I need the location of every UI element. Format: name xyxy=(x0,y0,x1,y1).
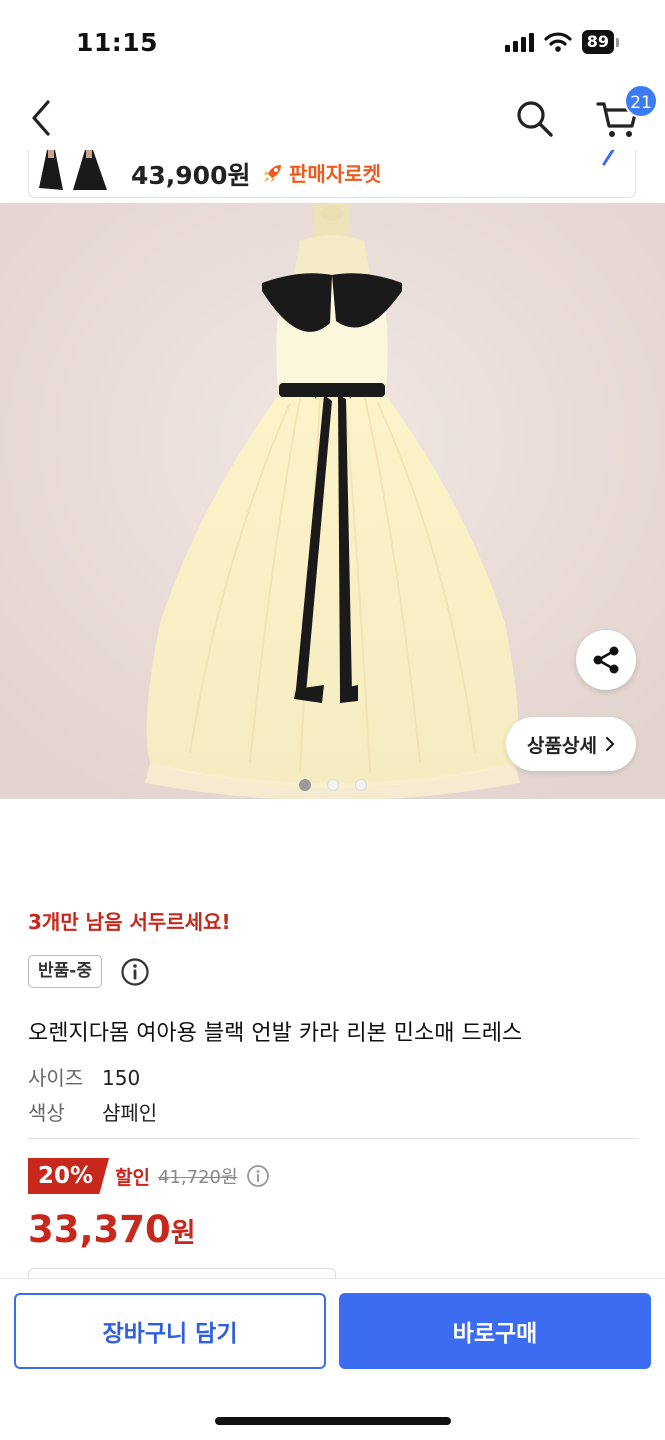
sale-price-amount: 33,370 xyxy=(28,1208,171,1251)
divider xyxy=(28,1138,638,1139)
top-nav xyxy=(0,90,665,150)
carousel-indicator xyxy=(299,779,367,791)
cellular-signal-icon xyxy=(504,32,534,52)
rocket-label: 판매자로켓 xyxy=(289,162,381,186)
home-indicator[interactable] xyxy=(215,1417,451,1425)
product-image xyxy=(0,203,665,799)
cart-count-badge[interactable]: 21 xyxy=(624,84,658,118)
carousel-dot[interactable] xyxy=(327,779,339,791)
discount-label: 할인 xyxy=(115,1166,151,1189)
buy-now-button[interactable]: 바로구매 xyxy=(339,1293,651,1369)
product-image-carousel[interactable] xyxy=(0,203,665,799)
status-time: 11:15 xyxy=(76,28,159,57)
rocket-icon xyxy=(264,164,281,182)
search-icon[interactable] xyxy=(514,98,556,140)
product-detail-button[interactable]: 상품상세 xyxy=(506,717,636,771)
option-value: 샴페인 xyxy=(102,1101,158,1125)
battery-icon: 89 xyxy=(581,30,619,54)
share-button[interactable] xyxy=(576,630,636,690)
option-value: 150 xyxy=(102,1066,141,1090)
sale-price-currency: 원 xyxy=(170,1218,196,1249)
mini-product-bar[interactable]: 43,900원 판매자로켓 xyxy=(28,150,636,198)
bottom-action-bar: 장바구니 담기 바로구매 xyxy=(0,1278,665,1440)
chevron-right-icon xyxy=(605,736,615,752)
edit-pencil-icon xyxy=(602,150,615,166)
option-key: 색상 xyxy=(28,1101,65,1125)
sale-price: 33,370원 xyxy=(28,1208,196,1251)
battery-level: 89 xyxy=(581,30,614,54)
back-arrow-icon[interactable] xyxy=(26,98,56,138)
share-icon xyxy=(593,646,619,674)
mini-price: 43,900원 xyxy=(131,161,251,190)
option-color: 색상 샴페인 xyxy=(28,1097,157,1126)
option-size: 사이즈 150 xyxy=(28,1062,140,1091)
discount-percent-badge: 20% xyxy=(28,1158,110,1194)
option-key: 사이즈 xyxy=(28,1066,84,1090)
seller-rocket-badge: 판매자로켓 xyxy=(261,158,381,187)
mini-product-thumbnail xyxy=(33,150,113,194)
product-detail-label: 상품상세 xyxy=(527,734,597,757)
status-bar: 11:15 89 xyxy=(0,0,665,90)
discount-row: 20% 할인 41,720원 xyxy=(28,1158,270,1194)
carousel-dot[interactable] xyxy=(299,779,311,791)
original-price: 41,720원 xyxy=(158,1167,238,1188)
price-info-icon[interactable] xyxy=(246,1164,270,1188)
wifi-icon xyxy=(544,32,572,52)
info-icon[interactable] xyxy=(120,957,150,987)
product-title: 오렌지다몸 여아용 블랙 언발 카라 리본 민소매 드레스 xyxy=(28,1021,523,1046)
carousel-dot[interactable] xyxy=(355,779,367,791)
return-badge: 반품-중 xyxy=(28,955,102,988)
status-icons: 89 xyxy=(504,30,619,54)
add-to-cart-button[interactable]: 장바구니 담기 xyxy=(14,1293,326,1369)
stock-notice: 3개만 남음 서두르세요! xyxy=(28,910,231,934)
